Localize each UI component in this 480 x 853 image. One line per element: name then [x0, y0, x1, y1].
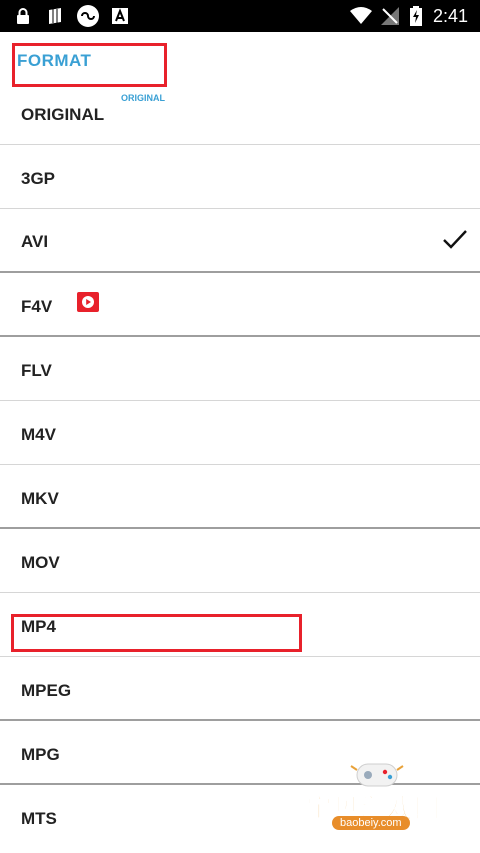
- format-row-mov[interactable]: MOV: [0, 529, 480, 593]
- watermark-logo: 宝贝游戏网 baobeiy.com: [302, 758, 452, 850]
- battery-charging-icon: [410, 6, 422, 26]
- format-row-mkv[interactable]: MKV: [0, 465, 480, 529]
- link-icon: [77, 5, 99, 27]
- no-signal-icon: [381, 7, 399, 25]
- format-row-f4v[interactable]: F4V: [0, 273, 480, 337]
- format-row-m4v[interactable]: M4V: [0, 401, 480, 465]
- format-label: M4V: [21, 425, 56, 444]
- watermark-url: baobeiy.com: [332, 816, 410, 830]
- format-label: MOV: [21, 553, 60, 572]
- format-row-mpeg[interactable]: MPEG: [0, 657, 480, 721]
- wifi-icon: [349, 7, 373, 25]
- text-icon: [111, 7, 129, 25]
- format-row-avi[interactable]: AVI: [0, 209, 480, 273]
- format-label: MPG: [21, 745, 60, 764]
- format-label: MKV: [21, 489, 59, 508]
- check-icon: [442, 229, 468, 256]
- format-row-mp4[interactable]: MP4: [0, 593, 480, 657]
- page-title: FORMAT: [17, 51, 92, 70]
- format-label: MPEG: [21, 681, 72, 700]
- status-bar: 2:41: [0, 0, 480, 32]
- play-icon: [77, 292, 99, 312]
- format-label: FLV: [21, 361, 52, 380]
- format-label: ORIGINAL: [21, 105, 105, 124]
- format-label: 3GP: [21, 169, 56, 188]
- gamepad-icon: [350, 763, 404, 787]
- format-label: F4V: [21, 297, 53, 316]
- format-label: MTS: [21, 809, 57, 828]
- clock: 2:41: [432, 6, 468, 26]
- format-label: AVI: [21, 232, 49, 251]
- format-label: MP4: [21, 617, 56, 636]
- format-row-3gp[interactable]: 3GP: [0, 145, 480, 209]
- format-row-flv[interactable]: FLV: [0, 337, 480, 401]
- lock-icon: [15, 7, 31, 25]
- format-row-original[interactable]: ORIGINAL: [0, 81, 480, 145]
- sim-icon: [46, 7, 64, 25]
